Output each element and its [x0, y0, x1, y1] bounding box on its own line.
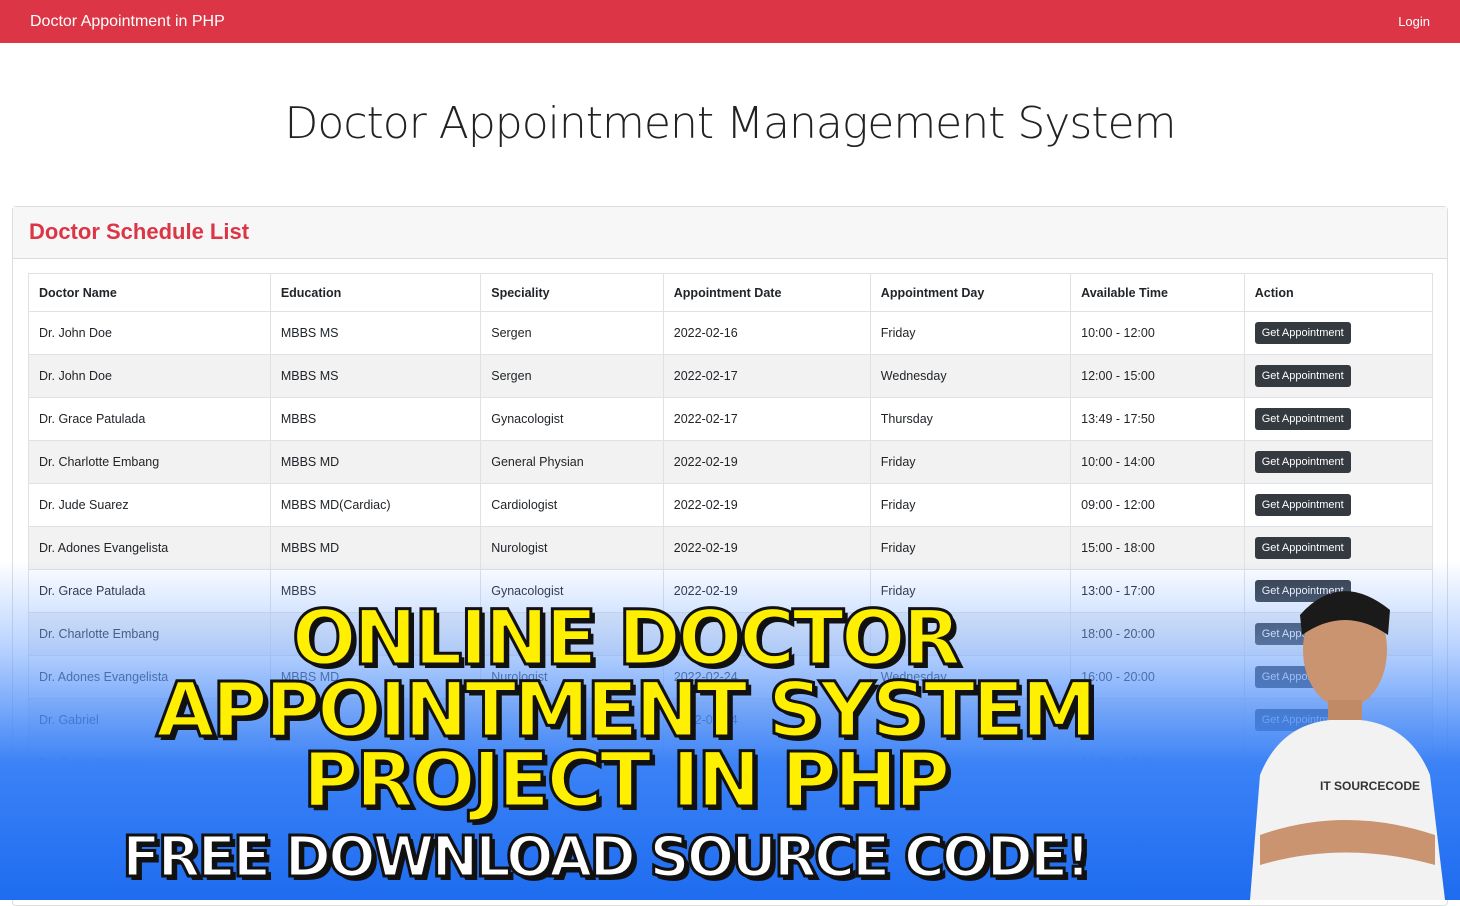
table-cell: 09:00 - 12:00 — [1070, 483, 1245, 527]
table-cell: 2022-02-17 — [662, 397, 871, 441]
table-cell: Dr. Grace Patulada — [28, 397, 271, 441]
get-appointment-button[interactable]: Get Appointment — [1254, 322, 1351, 344]
column-header: Action — [1243, 273, 1434, 312]
table-cell: MBBS MD — [269, 526, 482, 570]
column-header: Available Time — [1070, 273, 1245, 312]
table-cell: 10:00 - 12:00 — [1070, 311, 1245, 355]
action-cell: Get Appointment — [1243, 526, 1434, 570]
get-appointment-button[interactable]: Get Appointment — [1254, 494, 1351, 516]
banner-line-4: FREE DOWNLOAD SOURCE CODE! — [121, 825, 1093, 890]
table-cell: 2022-02-19 — [662, 483, 871, 527]
get-appointment-button[interactable]: Get Appointment — [1254, 537, 1351, 559]
table-cell: General Physian — [480, 440, 664, 484]
navbar: Doctor Appointment in PHP Login — [0, 0, 1460, 43]
table-cell: 2022-02-19 — [662, 440, 871, 484]
get-appointment-button[interactable]: Get Appointment — [1254, 451, 1351, 473]
table-cell: 12:00 - 15:00 — [1070, 354, 1245, 398]
card-title: Doctor Schedule List — [13, 207, 1447, 259]
column-header: Speciality — [480, 273, 664, 312]
table-row: Dr. John Doe MBBS MS Sergen 2022-02-17 Wedne… — [28, 354, 1434, 398]
table-cell: Wednesday — [869, 354, 1072, 398]
table-cell: 2022-02-17 — [662, 354, 871, 398]
table-cell: Dr. Charlotte Embang — [28, 440, 271, 484]
table-row: Dr. John Doe MBBS MS Sergen 2022-02-16 Frida… — [28, 311, 1434, 355]
table-cell: 15:00 - 18:00 — [1070, 526, 1245, 570]
table-cell: 13:49 - 17:50 — [1070, 397, 1245, 441]
table-cell: Dr. John Doe — [28, 311, 271, 355]
table-row: Dr. Jude Suarez MBBS MD(Cardiac) Cardiolog… — [28, 483, 1434, 527]
table-row: Dr. Adones Evangelista MBBS MD Nurologist 2… — [28, 526, 1434, 570]
table-cell: Dr. John Doe — [28, 354, 271, 398]
table-cell: Dr. Jude Suarez — [28, 483, 271, 527]
page-title: Doctor Appointment Management System — [284, 98, 1177, 149]
action-cell: Get Appointment — [1243, 311, 1434, 355]
table-row: Dr. Charlotte Embang MBBS MD General Physi… — [28, 440, 1434, 484]
action-cell: Get Appointment — [1243, 354, 1434, 398]
table-row: Dr. Grace Patulada MBBS Gynacologist 2022-0… — [28, 397, 1434, 441]
svg-text:IT SOURCECODE: IT SOURCECODE — [1320, 779, 1420, 793]
table-cell: Friday — [869, 440, 1072, 484]
table-cell: MBBS MD — [269, 440, 482, 484]
table-cell: Gynacologist — [480, 397, 664, 441]
column-header: Appointment Date — [662, 273, 871, 312]
login-link[interactable]: Login — [1398, 14, 1430, 29]
person-photo: IT SOURCECODE — [1250, 591, 1445, 900]
table-cell: MBBS MS — [269, 311, 482, 355]
table-cell: Cardiologist — [480, 483, 664, 527]
get-appointment-button[interactable]: Get Appointment — [1254, 408, 1351, 430]
brand-link[interactable]: Doctor Appointment in PHP — [30, 13, 225, 31]
table-cell: MBBS MD(Cardiac) — [269, 483, 482, 527]
table-cell: Friday — [869, 311, 1072, 355]
table-cell: MBBS MS — [269, 354, 482, 398]
table-cell: MBBS — [269, 397, 482, 441]
column-header: Appointment Day — [869, 273, 1072, 312]
table-cell: 10:00 - 14:00 — [1070, 440, 1245, 484]
table-cell: Friday — [869, 526, 1072, 570]
table-cell: Friday — [869, 483, 1072, 527]
table-cell: Thursday — [869, 397, 1072, 441]
table-cell: Nurologist — [480, 526, 664, 570]
get-appointment-button[interactable]: Get Appointment — [1254, 365, 1351, 387]
action-cell: Get Appointment — [1243, 483, 1434, 527]
action-cell: Get Appointment — [1243, 440, 1434, 484]
column-header: Doctor Name — [28, 273, 271, 312]
banner-line-3: PROJECT IN PHP — [301, 735, 951, 824]
table-cell: 2022-02-16 — [662, 311, 871, 355]
table-cell: Sergen — [480, 354, 664, 398]
table-cell: 2022-02-19 — [662, 526, 871, 570]
column-header: Education — [269, 273, 482, 312]
table-cell: Dr. Adones Evangelista — [28, 526, 271, 570]
table-cell: Sergen — [480, 311, 664, 355]
action-cell: Get Appointment — [1243, 397, 1434, 441]
